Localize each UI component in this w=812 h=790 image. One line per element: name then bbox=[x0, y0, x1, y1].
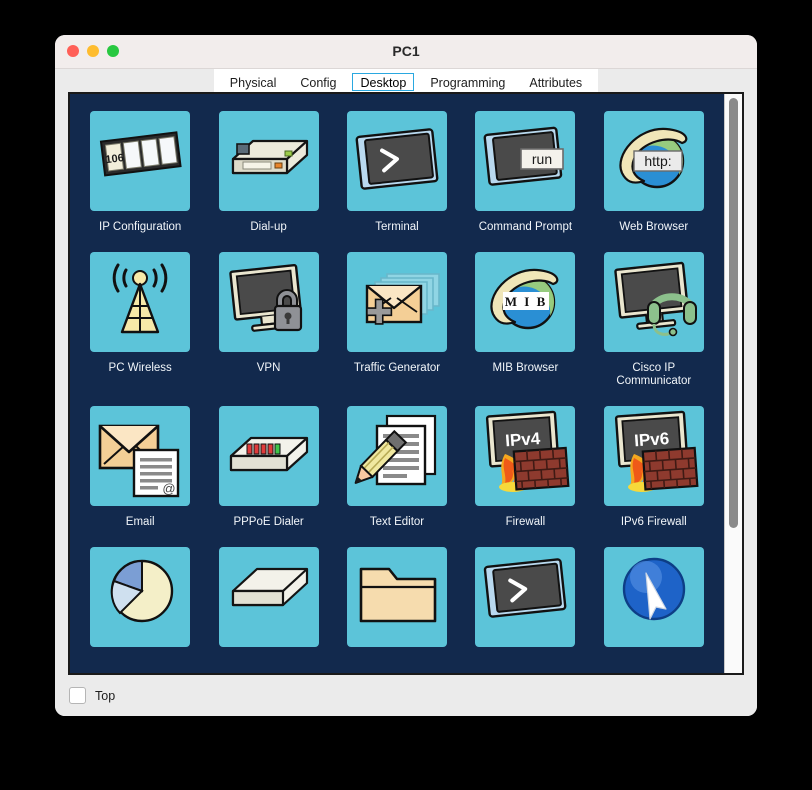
tab-config-label: Config bbox=[300, 76, 337, 90]
desktop-item-label: Traffic Generator bbox=[353, 362, 441, 374]
desktop-item-label: PC Wireless bbox=[108, 362, 172, 374]
scrollbar-thumb[interactable] bbox=[729, 98, 738, 528]
desktop-item-pppoe-dialer[interactable]: PPPoE Dialer bbox=[204, 397, 332, 538]
cursor-circle-icon[interactable] bbox=[603, 547, 704, 647]
desktop-item-label: IP Configuration bbox=[99, 221, 182, 233]
tab-physical-label: Physical bbox=[229, 76, 277, 90]
desktop-item-folder[interactable] bbox=[333, 538, 461, 666]
desktop-item-label: Text Editor bbox=[369, 516, 425, 528]
desktop-item-dial-up[interactable]: Dial-up bbox=[204, 102, 332, 243]
svg-text:http:: http: bbox=[644, 153, 671, 169]
ip-configuration-icon[interactable]: 106 bbox=[90, 111, 191, 211]
tab-config[interactable]: Config bbox=[288, 72, 348, 94]
footer-bar: Top bbox=[55, 675, 757, 716]
desktop-item-label: Web Browser bbox=[619, 221, 689, 233]
tab-focus-outline bbox=[352, 73, 415, 91]
desktop-item-label: Command Prompt bbox=[478, 221, 573, 233]
mib-browser-icon[interactable]: M I B bbox=[475, 252, 576, 352]
pc1-window: PC1 Physical Config Desktop Programming … bbox=[55, 35, 757, 716]
terminal-icon[interactable] bbox=[346, 111, 447, 211]
desktop-item-traffic-generator[interactable]: Traffic Generator bbox=[333, 243, 461, 397]
top-checkbox-label: Top bbox=[95, 688, 116, 703]
desktop-item-firewall[interactable]: IPv4 Firewall bbox=[461, 397, 589, 538]
ipv6-firewall-icon[interactable]: IPv6 bbox=[603, 406, 704, 506]
firewall-icon[interactable]: IPv4 bbox=[475, 406, 576, 506]
desktop-item-command-prompt[interactable]: run Command Prompt bbox=[461, 102, 589, 243]
desktop-item-web-browser[interactable]: http: Web Browser bbox=[590, 102, 718, 243]
folder-icon[interactable] bbox=[346, 547, 447, 647]
window-controls bbox=[67, 45, 119, 57]
desktop-item-label: Firewall bbox=[505, 516, 546, 528]
desktop-item-label: Terminal bbox=[375, 221, 419, 233]
desktop-item-label: PPPoE Dialer bbox=[233, 516, 304, 528]
desktop-item-terminal-partial[interactable] bbox=[461, 538, 589, 666]
desktop-item-device-box[interactable] bbox=[204, 538, 332, 666]
desktop-item-pie-chart[interactable] bbox=[76, 538, 204, 666]
desktop-item-label: Dial-up bbox=[250, 221, 287, 233]
tab-attributes-label: Attributes bbox=[529, 76, 583, 90]
svg-text:IPv6: IPv6 bbox=[633, 429, 669, 450]
desktop-item-label: IPv6 Firewall bbox=[620, 516, 687, 528]
email-icon[interactable]: @ bbox=[90, 406, 191, 506]
desktop-item-terminal[interactable]: Terminal bbox=[333, 102, 461, 243]
title-bar: PC1 bbox=[55, 35, 757, 69]
svg-text:run: run bbox=[532, 151, 552, 167]
desktop-scrollbar[interactable] bbox=[724, 94, 742, 673]
minimize-button[interactable] bbox=[87, 45, 99, 57]
desktop-item-mib-browser[interactable]: M I B MIB Browser bbox=[461, 243, 589, 397]
svg-text:IPv4: IPv4 bbox=[505, 429, 542, 450]
top-checkbox[interactable] bbox=[69, 687, 86, 704]
pc-wireless-icon[interactable] bbox=[90, 252, 191, 352]
tab-attributes[interactable]: Attributes bbox=[517, 72, 594, 94]
desktop-item-ip-configuration[interactable]: 106 IP Configuration bbox=[76, 102, 204, 243]
traffic-generator-icon[interactable] bbox=[346, 252, 447, 352]
zoom-button[interactable] bbox=[107, 45, 119, 57]
desktop-item-pc-wireless[interactable]: PC Wireless bbox=[76, 243, 204, 397]
web-browser-icon[interactable]: http: bbox=[603, 111, 704, 211]
device-box-icon[interactable] bbox=[218, 547, 319, 647]
svg-text:@: @ bbox=[163, 481, 176, 496]
window-title: PC1 bbox=[392, 43, 420, 59]
vpn-icon[interactable] bbox=[218, 252, 319, 352]
desktop-item-cisco-ip-communicator[interactable]: Cisco IP Communicator bbox=[590, 243, 718, 397]
tab-physical[interactable]: Physical bbox=[218, 72, 289, 94]
desktop-item-label: MIB Browser bbox=[492, 362, 559, 374]
desktop-item-email[interactable]: @ Email bbox=[76, 397, 204, 538]
desktop-item-cursor-circle[interactable] bbox=[590, 538, 718, 666]
tab-programming[interactable]: Programming bbox=[418, 72, 517, 94]
desktop-item-text-editor[interactable]: Text Editor bbox=[333, 397, 461, 538]
tab-desktop[interactable]: Desktop bbox=[343, 72, 424, 98]
text-editor-icon[interactable] bbox=[346, 406, 447, 506]
pie-chart-icon[interactable] bbox=[90, 547, 191, 647]
desktop-canvas: 106 IP Configuration Dial-up Terminal ru… bbox=[70, 94, 724, 673]
top-checkbox-row[interactable]: Top bbox=[69, 687, 115, 704]
desktop-item-label: Email bbox=[125, 516, 155, 528]
cisco-ip-communicator-icon[interactable] bbox=[603, 252, 704, 352]
desktop-item-label: Cisco IP Communicator bbox=[616, 362, 692, 387]
svg-text:M I B: M I B bbox=[505, 294, 548, 309]
svg-text:106: 106 bbox=[105, 152, 125, 166]
close-button[interactable] bbox=[67, 45, 79, 57]
command-prompt-icon[interactable]: run bbox=[475, 111, 576, 211]
desktop-item-label: VPN bbox=[256, 362, 281, 374]
desktop-item-ipv6-firewall[interactable]: IPv6 IPv6 Firewall bbox=[590, 397, 718, 538]
tab-programming-label: Programming bbox=[430, 76, 506, 90]
terminal-partial-icon[interactable] bbox=[475, 547, 576, 647]
pppoe-dialer-icon[interactable] bbox=[218, 406, 319, 506]
desktop-panel: 106 IP Configuration Dial-up Terminal ru… bbox=[68, 92, 744, 675]
desktop-icon-grid: 106 IP Configuration Dial-up Terminal ru… bbox=[70, 94, 724, 666]
dial-up-icon[interactable] bbox=[218, 111, 319, 211]
desktop-item-vpn[interactable]: VPN bbox=[204, 243, 332, 397]
